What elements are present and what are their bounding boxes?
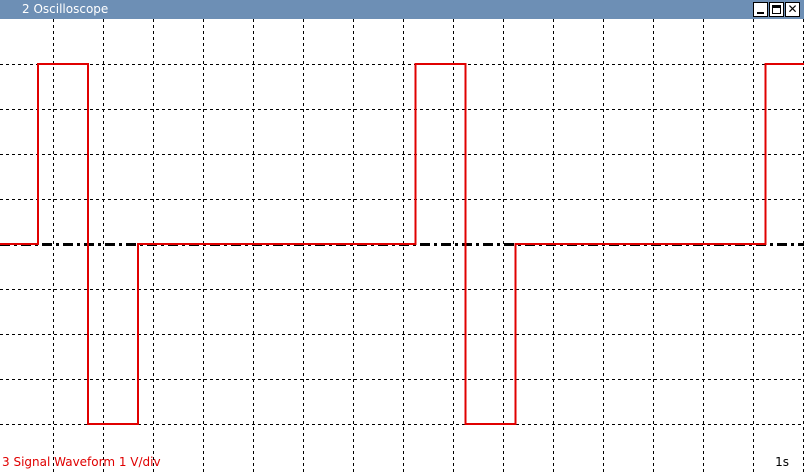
- signal-label: 3 Signal Waveform 1 V/div: [2, 455, 161, 469]
- scope-display: 3 Signal Waveform 1 V/div 1s: [0, 19, 804, 472]
- window-title: 2 Oscilloscope: [22, 2, 109, 16]
- close-icon[interactable]: ✕: [785, 2, 800, 17]
- scope-canvas: [0, 19, 804, 472]
- maximize-icon[interactable]: [769, 2, 784, 17]
- window-controls: ✕: [752, 2, 800, 17]
- oscilloscope-window: 2 Oscilloscope ✕ 3 Signal Waveform 1 V/d…: [0, 0, 804, 472]
- time-scale-label: 1s: [775, 455, 789, 469]
- minimize-icon[interactable]: [753, 2, 768, 17]
- title-bar[interactable]: 2 Oscilloscope ✕: [0, 0, 804, 19]
